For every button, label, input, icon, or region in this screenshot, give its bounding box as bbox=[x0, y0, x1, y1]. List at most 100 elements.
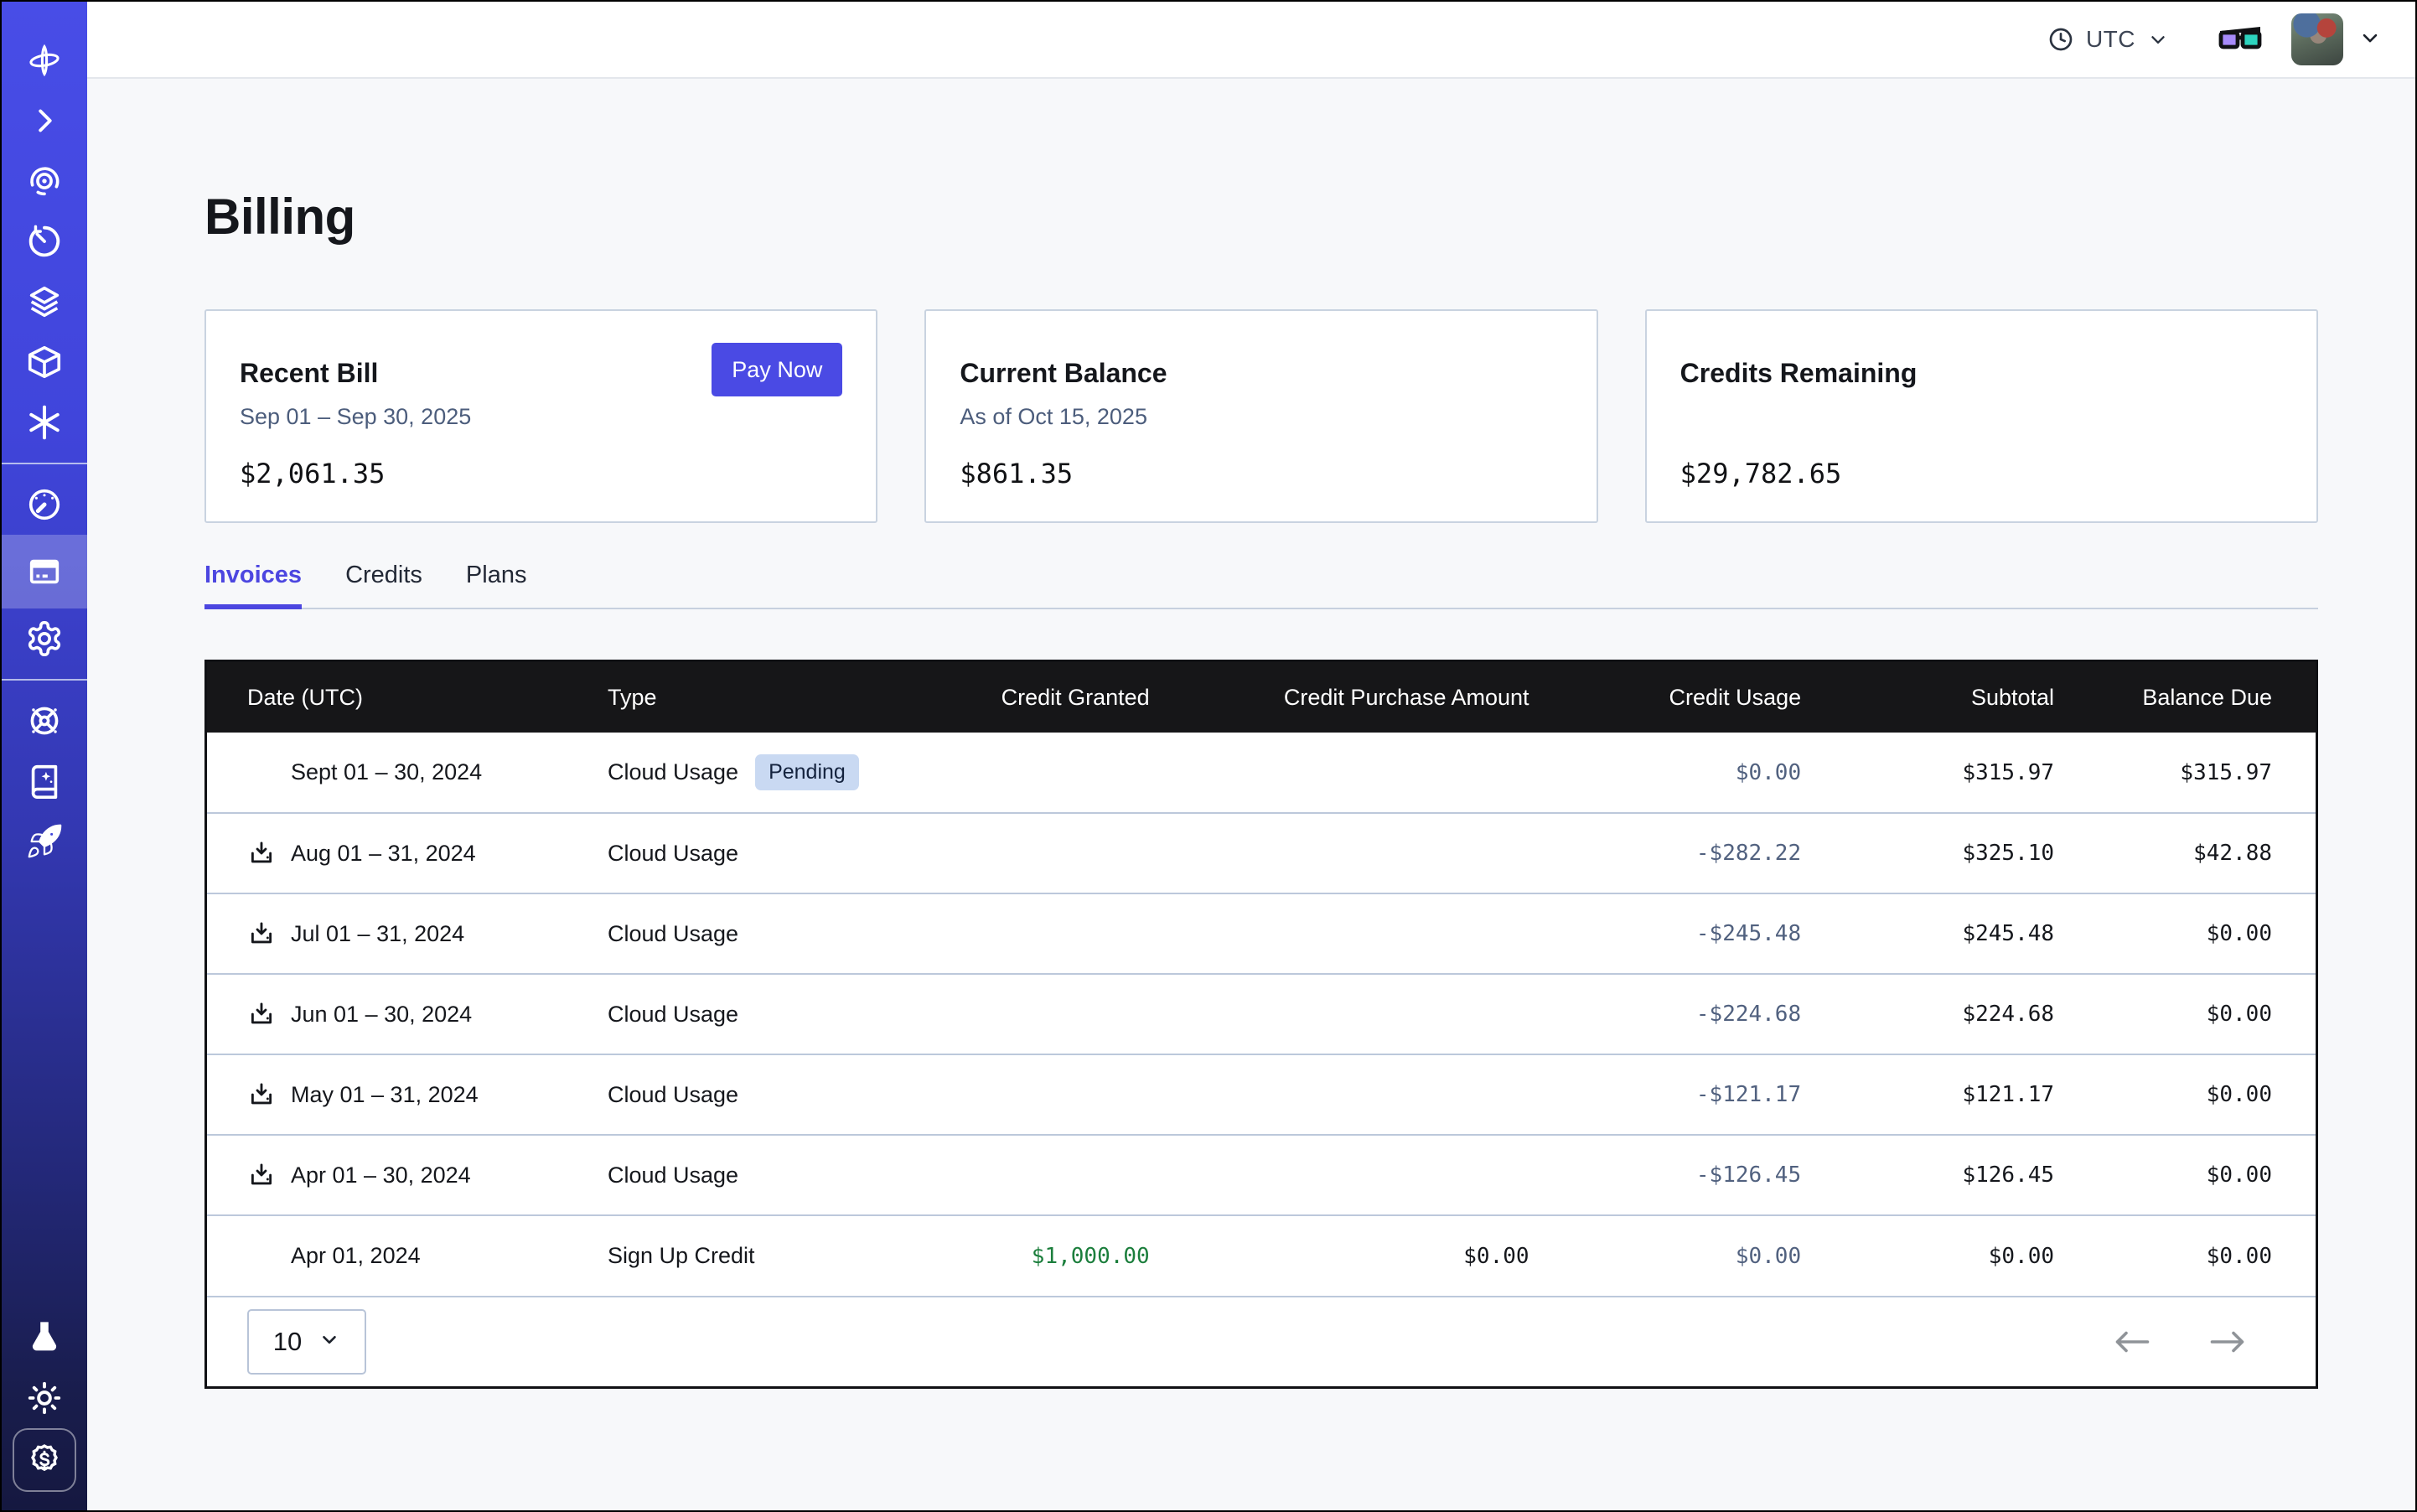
next-page-arrow-right-icon[interactable] bbox=[2207, 1327, 2250, 1357]
col-date: Date (UTC) bbox=[207, 662, 599, 733]
theme-sun-icon[interactable] bbox=[2, 1368, 87, 1428]
sidebar-divider bbox=[2, 679, 87, 681]
3d-glasses-icon[interactable] bbox=[2218, 24, 2263, 54]
pager bbox=[2109, 1327, 2250, 1357]
user-avatar[interactable] bbox=[2291, 13, 2343, 65]
subtotal-value: $126.45 bbox=[1809, 1135, 2062, 1215]
balance-due-value: $0.00 bbox=[2062, 1135, 2316, 1215]
credit-granted-value bbox=[915, 1135, 1157, 1215]
invoice-date: Aug 01 – 31, 2024 bbox=[291, 841, 476, 867]
download-invoice-icon[interactable] bbox=[247, 1080, 276, 1109]
iris-icon[interactable] bbox=[2, 151, 87, 211]
invoice-date: Sept 01 – 30, 2024 bbox=[291, 759, 482, 785]
credits-remaining-amount: $29,782.65 bbox=[1680, 458, 2283, 489]
previous-page-arrow-left-icon[interactable] bbox=[2109, 1327, 2153, 1357]
credit-usage-value: -$224.68 bbox=[1538, 974, 1810, 1054]
invoice-type: Sign Up Credit bbox=[608, 1243, 755, 1268]
chevron-down-icon bbox=[2147, 28, 2169, 50]
topbar: UTC bbox=[87, 2, 2415, 79]
balance-due-value: $0.00 bbox=[2062, 1054, 2316, 1135]
recent-bill-card: Recent Bill Sep 01 – Sep 30, 2025 $2,061… bbox=[204, 309, 877, 523]
main-content: Billing Recent Bill Sep 01 – Sep 30, 202… bbox=[87, 79, 2415, 1510]
card-subtitle bbox=[1680, 404, 2283, 431]
col-credit-granted: Credit Granted bbox=[915, 662, 1157, 733]
card-subtitle: Sep 01 – Sep 30, 2025 bbox=[240, 404, 842, 431]
invoice-date: Apr 01 – 30, 2024 bbox=[291, 1162, 471, 1188]
cube-icon[interactable] bbox=[2, 332, 87, 392]
timezone-label: UTC bbox=[2086, 26, 2135, 53]
credit-granted-value bbox=[915, 813, 1157, 893]
layers-icon[interactable] bbox=[2, 272, 87, 332]
credit-purchase-value bbox=[1158, 974, 1538, 1054]
table-row: Apr 01 – 30, 2024 Cloud Usage -$126.45 $… bbox=[207, 1135, 2316, 1215]
app-window: UTC Billing bbox=[0, 0, 2417, 1512]
history-timer-icon[interactable] bbox=[2, 211, 87, 272]
credit-purchase-value: $0.00 bbox=[1158, 1215, 1538, 1296]
download-invoice-icon[interactable] bbox=[247, 1000, 276, 1028]
invoice-date: May 01 – 31, 2024 bbox=[291, 1082, 479, 1108]
invoice-type: Cloud Usage bbox=[608, 841, 738, 866]
credit-usage-value: -$121.17 bbox=[1538, 1054, 1810, 1135]
lab-flask-icon[interactable] bbox=[2, 1307, 87, 1368]
wheel-icon[interactable] bbox=[2, 691, 87, 751]
chevron-down-icon bbox=[318, 1327, 340, 1357]
summary-cards: Recent Bill Sep 01 – Sep 30, 2025 $2,061… bbox=[204, 309, 2318, 523]
credit-granted-value bbox=[915, 733, 1157, 813]
clock-icon bbox=[2047, 26, 2074, 53]
credit-purchase-value bbox=[1158, 1054, 1538, 1135]
account-menu[interactable] bbox=[2291, 13, 2382, 65]
download-invoice-icon[interactable] bbox=[247, 919, 276, 948]
sidebar bbox=[2, 2, 87, 1510]
credits-remaining-card: Credits Remaining $29,782.65 bbox=[1645, 309, 2318, 523]
col-balance-due: Balance Due bbox=[2062, 662, 2316, 733]
download-invoice-icon[interactable] bbox=[247, 1161, 276, 1189]
logo-orbit-icon[interactable] bbox=[2, 30, 87, 91]
timezone-picker[interactable]: UTC bbox=[2047, 26, 2169, 53]
col-credit-usage: Credit Usage bbox=[1538, 662, 1810, 733]
page-title: Billing bbox=[204, 188, 2318, 246]
col-type: Type bbox=[599, 662, 915, 733]
sidebar-item-billing[interactable] bbox=[2, 535, 87, 608]
balance-due-value: $0.00 bbox=[2062, 893, 2316, 974]
credits-dollar-badge-button[interactable] bbox=[13, 1428, 76, 1492]
invoice-date: Apr 01, 2024 bbox=[291, 1243, 421, 1269]
subtotal-value: $0.00 bbox=[1809, 1215, 2062, 1296]
book-sparkle-icon[interactable] bbox=[2, 751, 87, 811]
tab-credits[interactable]: Credits bbox=[345, 562, 422, 608]
subtotal-value: $325.10 bbox=[1809, 813, 2062, 893]
col-subtotal: Subtotal bbox=[1809, 662, 2062, 733]
asterisk-icon[interactable] bbox=[2, 392, 87, 453]
table-row: Aug 01 – 31, 2024 Cloud Usage -$282.22 $… bbox=[207, 813, 2316, 893]
credit-usage-value: $0.00 bbox=[1538, 733, 1810, 813]
invoice-type: Cloud Usage bbox=[608, 1002, 738, 1027]
credit-usage-value: -$245.48 bbox=[1538, 893, 1810, 974]
chevron-down-icon bbox=[2358, 26, 2382, 54]
expand-sidebar-chevron-right-icon[interactable] bbox=[2, 91, 87, 151]
card-title: Credits Remaining bbox=[1680, 358, 2283, 389]
balance-due-value: $42.88 bbox=[2062, 813, 2316, 893]
download-invoice-icon[interactable] bbox=[247, 839, 276, 867]
pay-now-button[interactable]: Pay Now bbox=[712, 343, 842, 396]
credit-purchase-value bbox=[1158, 813, 1538, 893]
table-row: May 01 – 31, 2024 Cloud Usage -$121.17 $… bbox=[207, 1054, 2316, 1135]
page-size-select[interactable]: 10 bbox=[247, 1309, 366, 1375]
subtotal-value: $224.68 bbox=[1809, 974, 2062, 1054]
table-row: Apr 01, 2024 Sign Up Credit $1,000.00 $0… bbox=[207, 1215, 2316, 1296]
usage-gauge-icon[interactable] bbox=[2, 474, 87, 535]
credit-granted-value bbox=[915, 1054, 1157, 1135]
table-row: Jun 01 – 30, 2024 Cloud Usage -$224.68 $… bbox=[207, 974, 2316, 1054]
tab-plans[interactable]: Plans bbox=[466, 562, 527, 608]
credit-granted-value bbox=[915, 974, 1157, 1054]
tab-invoices[interactable]: Invoices bbox=[204, 562, 302, 608]
credit-usage-value: $0.00 bbox=[1538, 1215, 1810, 1296]
balance-due-value: $0.00 bbox=[2062, 974, 2316, 1054]
table-row: Jul 01 – 31, 2024 Cloud Usage -$245.48 $… bbox=[207, 893, 2316, 974]
subtotal-value: $245.48 bbox=[1809, 893, 2062, 974]
rocket-icon[interactable] bbox=[2, 811, 87, 872]
col-credit-purchase-amount: Credit Purchase Amount bbox=[1158, 662, 1538, 733]
status-badge: Pending bbox=[755, 754, 859, 791]
invoice-date: Jul 01 – 31, 2024 bbox=[291, 921, 464, 947]
invoice-type: Cloud Usage bbox=[608, 1082, 738, 1107]
table-row: Sept 01 – 30, 2024 Cloud Usage Pending $… bbox=[207, 733, 2316, 813]
settings-gear-icon[interactable] bbox=[2, 608, 87, 669]
